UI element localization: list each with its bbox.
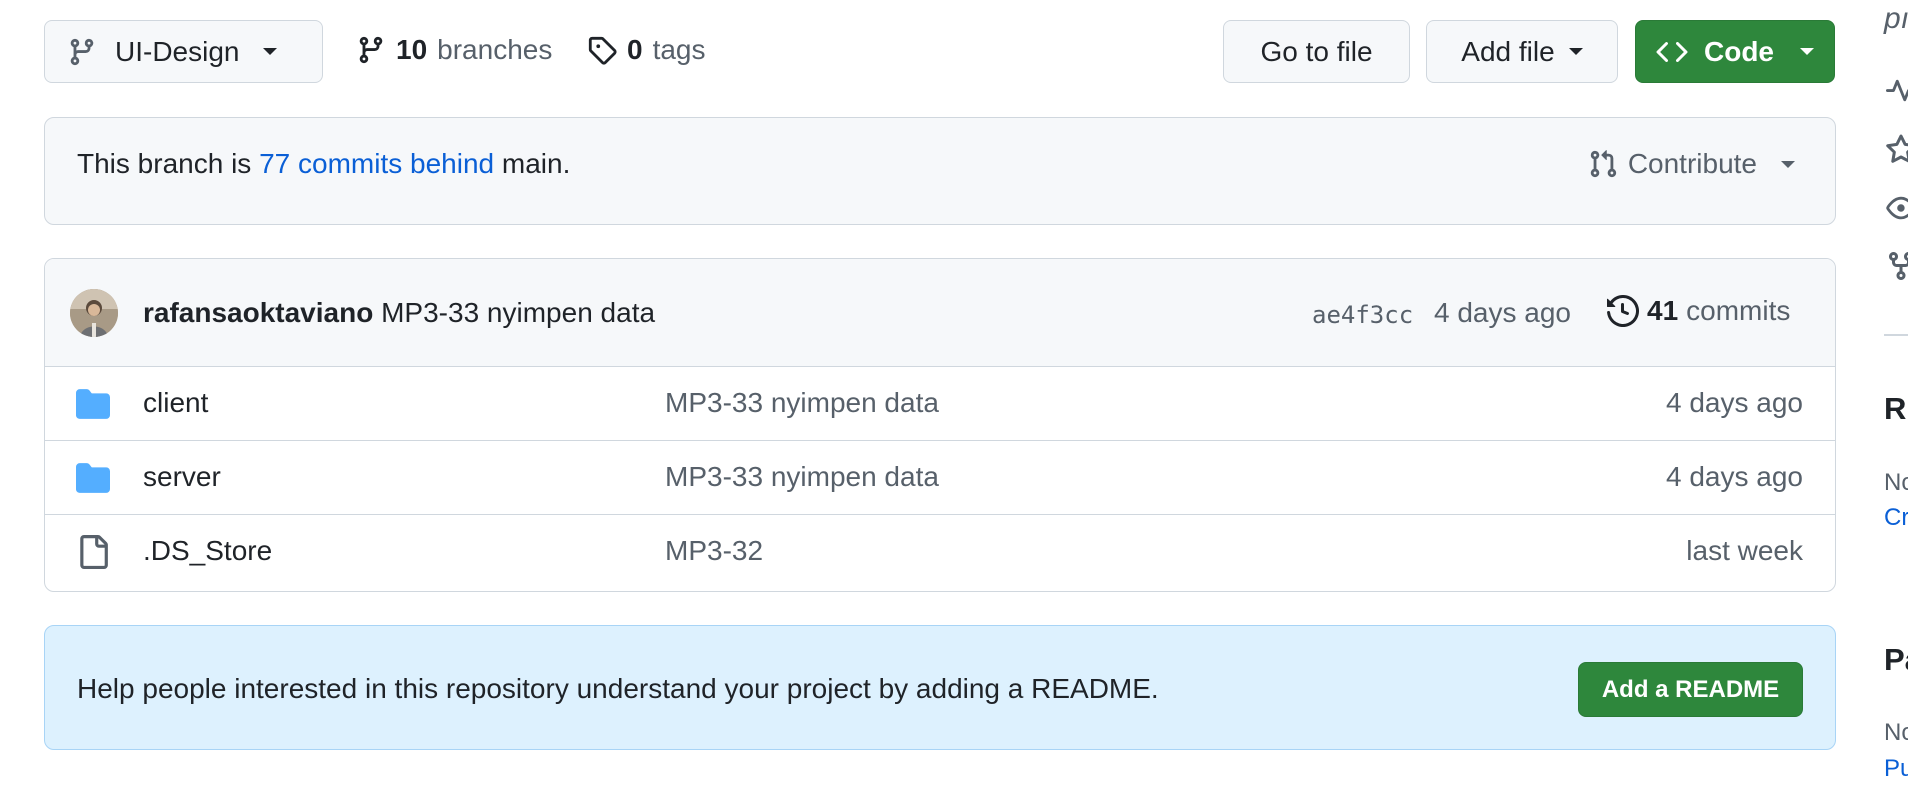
tags-count: 0 — [627, 34, 643, 65]
pull-request-icon — [1588, 149, 1618, 179]
commits-label: commits — [1686, 295, 1791, 326]
file-name[interactable]: client — [143, 387, 208, 419]
readme-prompt-banner: Help people interested in this repositor… — [44, 625, 1836, 750]
file-commit-message[interactable]: MP3-32 — [665, 535, 763, 567]
file-commit-message[interactable]: MP3-33 nyimpen data — [665, 461, 939, 493]
history-icon — [1607, 295, 1639, 327]
file-name[interactable]: .DS_Store — [143, 535, 272, 567]
branch-name: UI-Design — [115, 35, 240, 67]
table-row[interactable]: server MP3-33 nyimpen data 4 days ago — [45, 441, 1835, 515]
star-icon[interactable] — [1884, 134, 1908, 171]
code-button[interactable]: Code — [1635, 20, 1835, 83]
commit-sha[interactable]: ae4f3cc — [1312, 301, 1413, 329]
file-commit-message[interactable]: MP3-33 nyimpen data — [665, 387, 939, 419]
contribute-button[interactable]: Contribute — [1588, 148, 1795, 180]
latest-commit-summary: rafansaoktaviano MP3-33 nyimpen data — [143, 297, 655, 329]
branches-link[interactable]: 10 branches — [356, 34, 552, 66]
commits-history-link[interactable]: 41 commits — [1607, 295, 1790, 327]
commit-age[interactable]: 4 days ago — [1434, 297, 1571, 329]
releases-empty-text: No — [1884, 469, 1908, 496]
table-row[interactable]: client MP3-33 nyimpen data 4 days ago — [45, 367, 1835, 441]
activity-icon[interactable] — [1884, 76, 1908, 111]
chevron-down-icon — [1800, 48, 1814, 55]
branches-count: 10 — [396, 34, 428, 65]
about-description-fragment: pı — [1884, 2, 1908, 35]
file-name[interactable]: server — [143, 461, 221, 493]
tags-label: tags — [652, 34, 706, 65]
go-to-file-button[interactable]: Go to file — [1223, 20, 1410, 83]
avatar[interactable] — [70, 289, 118, 337]
about-sidebar: pı R No Cr Pa No Pu — [1880, 0, 1908, 804]
readme-prompt-text: Help people interested in this repositor… — [77, 673, 1159, 704]
add-readme-button[interactable]: Add a README — [1578, 662, 1803, 717]
create-release-link[interactable]: Cr — [1884, 504, 1908, 532]
publish-package-link[interactable]: Pu — [1884, 755, 1908, 783]
fork-icon[interactable] — [1884, 250, 1908, 287]
chevron-down-icon — [1781, 160, 1795, 168]
commit-message[interactable]: MP3-33 nyimpen data — [381, 297, 655, 328]
file-age: last week — [1686, 535, 1803, 566]
code-icon — [1656, 36, 1688, 68]
table-row[interactable]: .DS_Store MP3-32 last week — [45, 515, 1835, 589]
file-table: rafansaoktaviano MP3-33 nyimpen data ae4… — [44, 258, 1836, 592]
branches-label: branches — [437, 34, 553, 65]
git-branch-icon — [356, 35, 386, 65]
eye-icon[interactable] — [1884, 193, 1908, 228]
commits-count: 41 — [1647, 295, 1679, 326]
file-age: 4 days ago — [1666, 387, 1803, 418]
commit-author[interactable]: rafansaoktaviano — [143, 297, 373, 328]
folder-icon — [75, 461, 111, 495]
git-branch-icon — [67, 37, 97, 67]
file-age: 4 days ago — [1666, 461, 1803, 492]
sidebar-divider — [1884, 334, 1908, 336]
code-label: Code — [1704, 35, 1774, 67]
add-file-label: Add file — [1461, 35, 1555, 67]
latest-commit-bar: rafansaoktaviano MP3-33 nyimpen data ae4… — [45, 259, 1835, 367]
tags-link[interactable]: 0 tags — [587, 34, 706, 66]
commits-behind-link[interactable]: 77 commits behind — [259, 148, 494, 179]
branch-select-button[interactable]: UI-Design — [44, 20, 323, 83]
folder-icon — [75, 387, 111, 421]
packages-heading[interactable]: Pa — [1884, 642, 1908, 678]
branch-status-prefix: This branch is — [77, 148, 252, 179]
file-icon — [75, 535, 111, 569]
packages-empty-text: No — [1884, 719, 1908, 746]
contribute-label: Contribute — [1627, 148, 1757, 179]
branch-status-notice: This branch is 77 commits behind main. C… — [44, 117, 1836, 225]
go-to-file-label: Go to file — [1260, 35, 1373, 67]
chevron-down-icon — [263, 48, 278, 55]
tag-icon — [587, 35, 617, 65]
branch-status-suffix: main. — [501, 148, 571, 179]
releases-heading[interactable]: R — [1884, 391, 1906, 427]
branch-status-text: This branch is 77 commits behind main. — [77, 148, 570, 180]
chevron-down-icon — [1568, 48, 1583, 55]
add-file-button[interactable]: Add file — [1426, 20, 1618, 83]
